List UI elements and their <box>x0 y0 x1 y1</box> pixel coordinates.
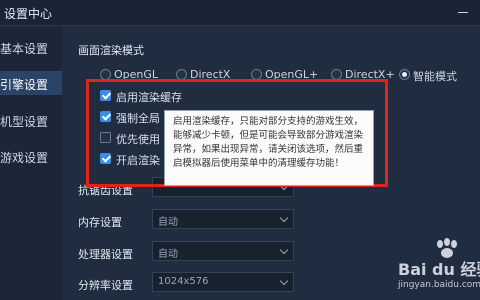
sidebar-item-engine[interactable]: 引擎设置 <box>0 71 62 95</box>
select-value: 自动 <box>158 249 178 260</box>
memory-label: 内存设置 <box>78 216 122 229</box>
cpu-label: 处理器设置 <box>78 248 133 261</box>
baidu-watermark: Bai du 经验 jingyan.baidu.com <box>396 238 480 296</box>
resolution-select[interactable]: 1024x576 <box>152 272 294 292</box>
radio-label: 智能模式 <box>413 70 457 83</box>
memory-select[interactable]: 自动 <box>152 209 294 229</box>
sidebar: 基本设置 引擎设置 机型设置 游戏设置 <box>0 27 62 300</box>
chevron-down-icon <box>279 276 289 286</box>
cpu-select[interactable]: 自动 <box>152 241 294 261</box>
chevron-down-icon <box>279 245 289 255</box>
radio-dot-selected <box>399 69 410 80</box>
chevron-down-icon <box>279 213 289 223</box>
watermark-site: jingyan.baidu.com <box>398 280 480 290</box>
sidebar-item-basic[interactable]: 基本设置 <box>0 35 62 59</box>
window-title: 设置中心 <box>4 7 53 21</box>
sidebar-item-game[interactable]: 游戏设置 <box>0 144 62 168</box>
resolution-label: 分辨率设置 <box>78 279 133 292</box>
render-mode-title: 画面渲染模式 <box>78 44 144 57</box>
sidebar-item-model[interactable]: 机型设置 <box>0 108 62 132</box>
select-value: 自动 <box>158 217 178 228</box>
minimize-icon[interactable] <box>451 3 475 21</box>
title-bar: 设置中心 <box>0 0 480 26</box>
watermark-brand: Bai du 经验 <box>398 260 480 279</box>
select-value: 1024x576 <box>158 276 209 287</box>
render-cache-tooltip: 启用渲染缓存，只能对部分支持的游戏生效，能够减少卡顿，但是可能会导致部分游戏渲染… <box>164 110 374 186</box>
